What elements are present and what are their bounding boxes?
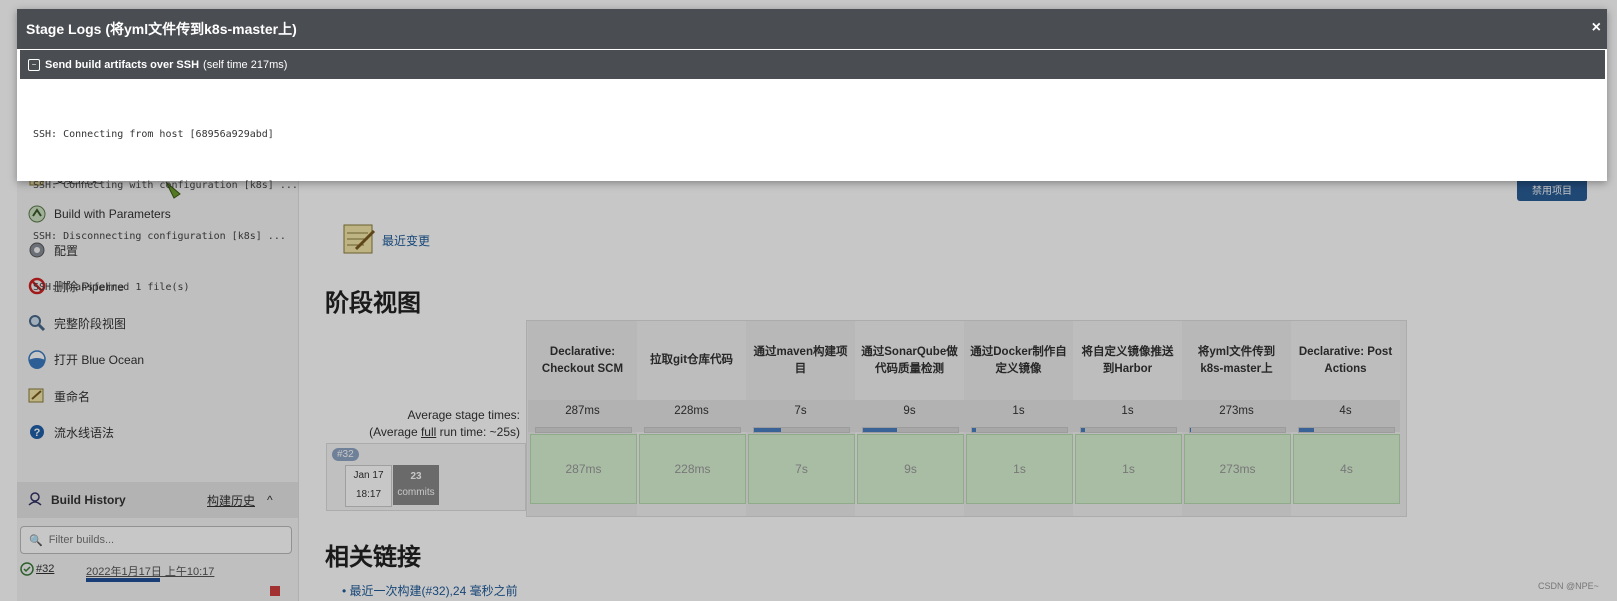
build-progress-bar: [86, 578, 160, 582]
step-header[interactable]: − Send build artifacts over SSH (self ti…: [20, 50, 1605, 79]
stage-header: 通过SonarQube做代码质量检测: [861, 345, 958, 375]
build-history-icon: [27, 490, 43, 511]
filter-placeholder: Filter builds...: [48, 534, 115, 546]
stage-time-bar: [535, 427, 632, 433]
modal-header: Stage Logs (将yml文件传到k8s-master上) ×: [17, 9, 1607, 49]
stage-header: 将yml文件传到k8s-master上: [1197, 345, 1276, 375]
stage-time-bar-fill: [754, 428, 781, 432]
sidebar-item-rename[interactable]: 重命名: [27, 383, 90, 409]
log-line: SSH: Transferred 1 file(s): [33, 282, 190, 293]
stage-column: 拉取git仓库代码 228ms 228ms: [637, 321, 746, 516]
full-run-link[interactable]: full: [421, 425, 436, 439]
stage-run-cell[interactable]: 1s: [1075, 434, 1182, 504]
build-row[interactable]: #32 2022年1月17日 上午10:17: [20, 562, 290, 598]
watermark: CSDN @NPE~: [1538, 581, 1599, 591]
stage-time-bar: [1189, 427, 1286, 433]
log-output: SSH: Connecting from host [68956a929abd]…: [33, 92, 298, 330]
stage-run-cell[interactable]: 7s: [748, 434, 855, 504]
related-links-title: 相关链接: [325, 544, 421, 571]
blue-ocean-icon: [27, 349, 47, 369]
stage-column: 通过Docker制作自定义镜像 1s 1s: [964, 321, 1073, 516]
stage-table: Declarative: Checkout SCM 287ms 287ms 拉取git…: [526, 320, 1407, 517]
run-commits[interactable]: 23 commits: [393, 465, 439, 505]
stage-time-bar: [1298, 427, 1395, 433]
stage-view-title: 阶段视图: [325, 290, 421, 317]
log-line: SSH: Connecting from host [68956a929abd]: [33, 129, 274, 140]
stage-header: 通过maven构建项目: [753, 345, 848, 375]
step-time: (self time 217ms): [203, 58, 288, 71]
stage-time-bar-fill: [1190, 428, 1191, 432]
build-history-title: Build History: [51, 493, 126, 507]
run-date: Jan 17 18:17: [345, 465, 392, 507]
notepad-icon: [342, 221, 378, 260]
run-summary[interactable]: #32 Jan 17 18:17 23 commits: [326, 443, 526, 511]
stage-run-cell[interactable]: 228ms: [639, 434, 746, 504]
close-icon[interactable]: [270, 586, 280, 596]
sidebar-item-label: 重命名: [54, 389, 91, 404]
recent-changes-link[interactable]: 最近变更: [382, 232, 430, 249]
stage-column: 通过maven构建项目 7s 7s: [746, 321, 855, 516]
pencil-icon: [27, 386, 47, 406]
stage-run-cell[interactable]: 273ms: [1184, 434, 1291, 504]
avg-label-line1: Average stage times:: [407, 408, 520, 422]
modal-title: Stage Logs (将yml文件传到k8s-master上): [26, 21, 297, 37]
latest-build-link[interactable]: • 最近一次构建(#32),24 毫秒之前: [342, 582, 518, 599]
stage-time-bar: [1080, 427, 1177, 433]
recent-changes[interactable]: 最近变更: [342, 221, 430, 260]
stage-time-bar-fill: [972, 428, 976, 432]
step-title: Send build artifacts over SSH: [45, 58, 200, 71]
average-stage-times-label: Average stage times: (Average full run t…: [322, 407, 520, 441]
sidebar-item-pipeline-syntax[interactable]: ? 流水线语法: [27, 419, 114, 445]
stage-header: Declarative: Post Actions: [1298, 345, 1393, 375]
chevron-up-icon[interactable]: ^: [267, 493, 273, 507]
stage-time-bar: [644, 427, 741, 433]
success-check-icon: [20, 562, 34, 579]
stage-column: Declarative: Post Actions 4s 4s: [1291, 321, 1400, 516]
stage-time-bar: [862, 427, 959, 433]
collapse-icon[interactable]: −: [28, 58, 40, 71]
build-history-header: Build History 构建历史 ^: [17, 482, 298, 518]
stage-time-bar-fill: [1081, 428, 1085, 432]
stage-time-bar: [753, 427, 850, 433]
avg-label-line2: (Average full run time: ~25s): [369, 425, 520, 439]
sidebar-item-label: 打开 Blue Ocean: [54, 352, 145, 367]
stage-run-cell[interactable]: 1s: [966, 434, 1073, 504]
stage-column: 通过SonarQube做代码质量检测 9s 9s: [855, 321, 964, 516]
run-badge[interactable]: #32: [332, 448, 359, 461]
svg-text:?: ?: [34, 427, 41, 439]
stage-column: Declarative: Checkout SCM 287ms 287ms: [528, 321, 637, 516]
log-line: SSH: Connecting with configuration [k8s]…: [33, 180, 298, 191]
stage-time-bar: [971, 427, 1068, 433]
stage-logs-modal: Stage Logs (将yml文件传到k8s-master上) × − Sen…: [17, 9, 1607, 293]
build-date-link[interactable]: 2022年1月17日 上午10:17: [86, 563, 214, 579]
stage-header: Declarative: Checkout SCM: [541, 345, 624, 375]
stage-header: 通过Docker制作自定义镜像: [970, 345, 1067, 375]
stage-run-cell[interactable]: 9s: [857, 434, 964, 504]
stage-time-bar-fill: [863, 428, 897, 432]
stage-time-bar-fill: [1299, 428, 1314, 432]
build-number-link[interactable]: #32: [36, 563, 54, 575]
stage-run-cell[interactable]: 4s: [1293, 434, 1400, 504]
close-icon[interactable]: ×: [1592, 19, 1601, 37]
stage-column: 将自定义镜像推送到Harbor 1s 1s: [1073, 321, 1182, 516]
sidebar-item-blue-ocean[interactable]: 打开 Blue Ocean: [27, 346, 144, 372]
stage-run-cell[interactable]: 287ms: [530, 434, 637, 504]
search-icon: 🔍: [29, 534, 43, 547]
sidebar-item-label: 流水线语法: [54, 425, 115, 440]
build-history-link[interactable]: 构建历史: [207, 492, 255, 509]
stage-column: 将yml文件传到k8s-master上 273ms 273ms: [1182, 321, 1291, 516]
stage-header: 拉取git仓库代码: [649, 354, 734, 366]
filter-builds-input[interactable]: 🔍 Filter builds...: [20, 526, 292, 554]
help-icon: ?: [27, 422, 47, 442]
stage-header: 将自定义镜像推送到Harbor: [1081, 345, 1174, 375]
log-line: SSH: Disconnecting configuration [k8s] .…: [33, 231, 286, 242]
